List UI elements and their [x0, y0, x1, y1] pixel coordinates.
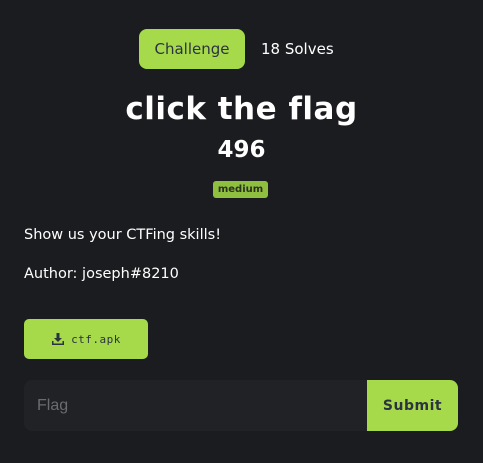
flag-submission-form: Submit — [24, 380, 458, 431]
flag-input[interactable] — [24, 380, 367, 431]
challenge-tabs: Challenge 18 Solves — [0, 29, 483, 69]
challenge-modal: Challenge 18 Solves click the flag 496 m… — [0, 0, 483, 463]
tab-challenge[interactable]: Challenge — [139, 29, 245, 69]
submit-button[interactable]: Submit — [367, 380, 458, 431]
challenge-title: click the flag — [125, 91, 358, 127]
tab-solves[interactable]: 18 Solves — [261, 29, 334, 69]
file-download-button[interactable]: ctf.apk — [24, 319, 148, 359]
file-name: ctf.apk — [71, 332, 121, 346]
difficulty-tag: medium — [213, 181, 268, 198]
challenge-points: 496 — [217, 137, 266, 163]
challenge-description: Show us your CTFing skills! — [24, 227, 222, 243]
challenge-author: Author: joseph#8210 — [24, 266, 179, 282]
download-icon — [51, 332, 65, 346]
